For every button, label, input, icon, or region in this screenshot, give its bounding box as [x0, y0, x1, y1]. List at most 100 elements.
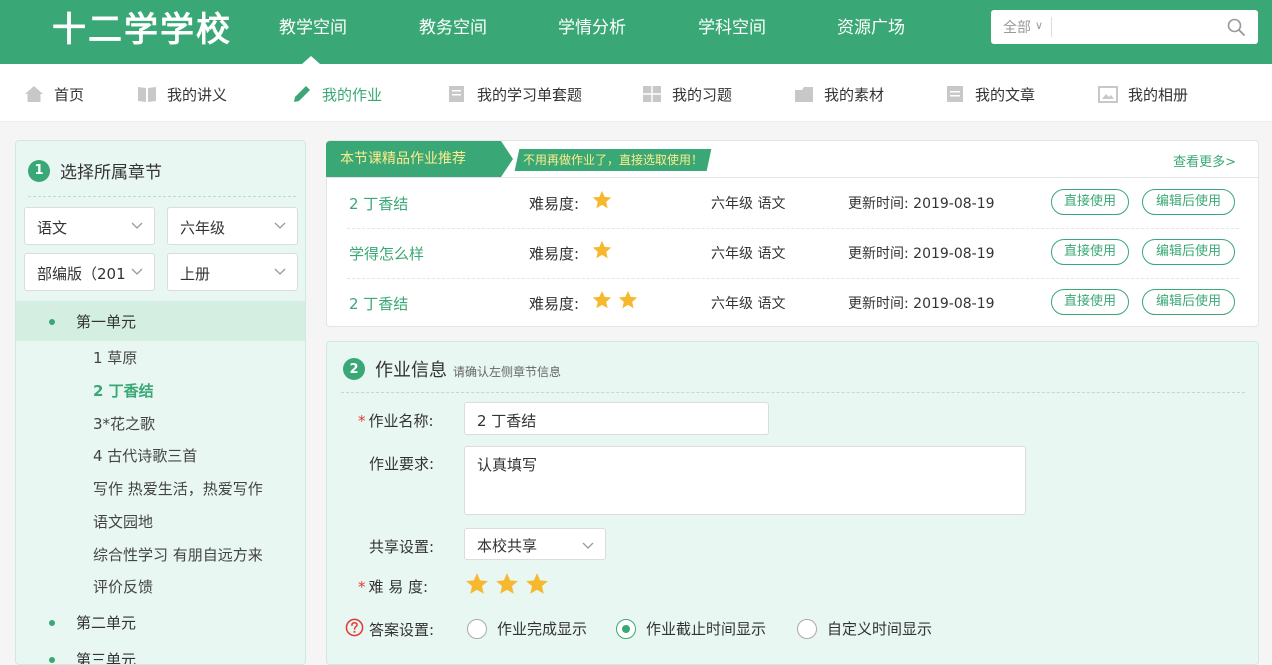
nav-resource-plaza[interactable]: 资源广场: [837, 16, 905, 40]
answer-option-on-complete[interactable]: 作业完成显示: [467, 618, 587, 639]
search-input[interactable]: [1057, 15, 1217, 39]
pencil-icon: [294, 86, 310, 102]
answer-option-label: 自定义时间显示: [827, 620, 933, 638]
grid-icon: [643, 86, 661, 102]
recommend-slogan-text: 不用再做作业了，直接选取使用！: [523, 153, 704, 167]
edit-then-use-button[interactable]: 编辑后使用: [1142, 189, 1235, 215]
radio-button[interactable]: [797, 618, 817, 639]
difficulty-stars: [591, 239, 617, 261]
subject-value: 语文: [37, 219, 68, 237]
tree-lesson[interactable]: 写作 热爱生活，热爱写作: [93, 478, 263, 499]
answer-setting-label: 答案设置:: [369, 621, 435, 639]
difficulty-star-rating[interactable]: [464, 571, 554, 597]
use-directly-button[interactable]: 直接使用: [1051, 239, 1129, 265]
difficulty-label: * 难 易 度:: [358, 576, 428, 597]
update-time-label: 更新时间:: [848, 296, 909, 312]
nav-teaching-space[interactable]: 教学空间: [279, 16, 347, 40]
use-directly-button[interactable]: 直接使用: [1051, 289, 1129, 315]
chevron-down-icon[interactable]: ∨: [1035, 19, 1043, 32]
subnav-home[interactable]: 首页: [24, 83, 84, 105]
tree-lesson[interactable]: 3*花之歌: [93, 413, 155, 434]
divider: [341, 392, 1245, 393]
edit-then-use-button[interactable]: 编辑后使用: [1142, 289, 1235, 315]
help-icon[interactable]: [345, 618, 364, 637]
book-icon: [138, 87, 156, 102]
radio-button[interactable]: [616, 618, 636, 639]
tree-lesson[interactable]: 语文园地: [93, 511, 153, 532]
grade-subject: 六年级 语文: [711, 246, 786, 262]
tree-unit-label: 第三单元: [76, 651, 137, 665]
difficulty-stars: [591, 189, 617, 211]
homework-name-link[interactable]: 2 丁香结: [349, 193, 408, 214]
subnav-handouts-label: 我的讲义: [167, 85, 228, 104]
tree-unit-2[interactable]: 第二单元: [16, 602, 305, 642]
radio-button[interactable]: [467, 618, 487, 639]
subnav-album[interactable]: 我的相册: [1098, 83, 1188, 105]
use-directly-button[interactable]: 直接使用: [1051, 189, 1129, 215]
recommend-tag: 本节课精品作业推荐: [326, 141, 501, 177]
required-mark: *: [358, 412, 366, 430]
subnav-exercises[interactable]: 我的习题: [642, 83, 732, 105]
subnav-materials-label: 我的素材: [824, 85, 885, 104]
search-scope-select[interactable]: 全部: [1003, 17, 1031, 37]
top-navbar: 十二学学校 教学空间 教务空间 学情分析 学科空间 资源广场 全部 ∨: [0, 0, 1272, 64]
tree-unit-1[interactable]: 第一单元: [16, 301, 305, 341]
search-divider: [1051, 17, 1052, 37]
grade-select[interactable]: 六年级: [167, 207, 298, 245]
chevron-down-icon: [131, 268, 143, 275]
tree-unit-3[interactable]: 第三单元: [16, 639, 305, 665]
tree-lesson[interactable]: 1 草原: [93, 347, 137, 368]
difficulty-label: 难易度:: [529, 245, 580, 263]
required-mark: *: [358, 578, 366, 596]
homework-name-input[interactable]: 2 丁香结: [464, 402, 769, 435]
subnav-exercises-label: 我的习题: [672, 85, 733, 104]
homework-name-label-text: 作业名称:: [368, 412, 434, 430]
nav-academic-affairs[interactable]: 教务空间: [419, 16, 487, 40]
subject-select[interactable]: 语文: [24, 207, 155, 245]
answer-option-custom-time[interactable]: 自定义时间显示: [797, 618, 932, 639]
subnav-homework[interactable]: 我的作业: [292, 83, 382, 105]
update-time-label: 更新时间:: [848, 246, 909, 262]
grade-subject: 六年级 语文: [711, 296, 786, 312]
answer-option-on-deadline[interactable]: 作业截止时间显示: [616, 618, 766, 639]
tree-lesson[interactable]: 评价反馈: [93, 576, 153, 597]
share-setting-label: 共享设置:: [369, 538, 435, 556]
search-box: 全部 ∨: [991, 10, 1258, 44]
update-time: 更新时间: 2019-08-19: [848, 293, 995, 313]
chapter-title-text: 选择所属章节: [60, 163, 162, 183]
homework-name-link[interactable]: 学得怎么样: [349, 243, 424, 264]
share-setting-select[interactable]: 本校共享: [464, 528, 606, 560]
chevron-down-icon: [582, 542, 594, 549]
homework-requirement-textarea[interactable]: 认真填写: [464, 446, 1026, 515]
edition-select[interactable]: 部编版（201: [24, 253, 155, 291]
homework-name-label: * 作业名称:: [358, 410, 434, 431]
edit-then-use-button[interactable]: 编辑后使用: [1142, 239, 1235, 265]
tree-lesson[interactable]: 综合性学习 有朋自远方来: [93, 544, 263, 565]
step-number: 1: [28, 159, 50, 182]
subnav-articles[interactable]: 我的文章: [945, 83, 1035, 105]
subnav-home-label: 首页: [54, 85, 85, 104]
answer-option-label: 作业截止时间显示: [646, 620, 767, 638]
volume-select[interactable]: 上册: [167, 253, 298, 291]
subnav-worksheets[interactable]: 我的学习单套题: [447, 83, 582, 105]
subnav-handouts[interactable]: 我的讲义: [137, 83, 227, 105]
subnav-materials[interactable]: 我的素材: [794, 83, 884, 105]
sub-navbar: 首页 我的讲义 我的作业 我的学习单套题 我的习题 我的素材 我的文章 我的相册: [0, 64, 1272, 122]
search-icon[interactable]: [1226, 17, 1246, 37]
picture-icon: [1098, 86, 1118, 103]
school-logo[interactable]: 十二学学校: [52, 6, 232, 54]
nav-learning-analysis[interactable]: 学情分析: [558, 16, 626, 40]
home-icon: [25, 86, 43, 102]
nav-subject-space[interactable]: 学科空间: [698, 16, 766, 40]
chevron-down-icon: [131, 222, 143, 229]
homework-name-link[interactable]: 2 丁香结: [349, 293, 408, 314]
tree-lesson-active[interactable]: 2 丁香结: [93, 380, 154, 401]
view-more-link[interactable]: 查看更多>: [1173, 151, 1236, 170]
chevron-down-icon: [274, 268, 286, 275]
info-title-text: 作业信息: [375, 360, 447, 381]
homework-info-panel: 2 作业信息 请确认左侧章节信息 * 作业名称: 2 丁香结 作业要求: 认真填写…: [326, 341, 1259, 665]
tree-unit-label: 第一单元: [76, 313, 137, 331]
subnav-worksheets-label: 我的学习单套题: [477, 85, 583, 104]
update-time: 更新时间: 2019-08-19: [848, 243, 995, 263]
tree-lesson[interactable]: 4 古代诗歌三首: [93, 445, 197, 466]
